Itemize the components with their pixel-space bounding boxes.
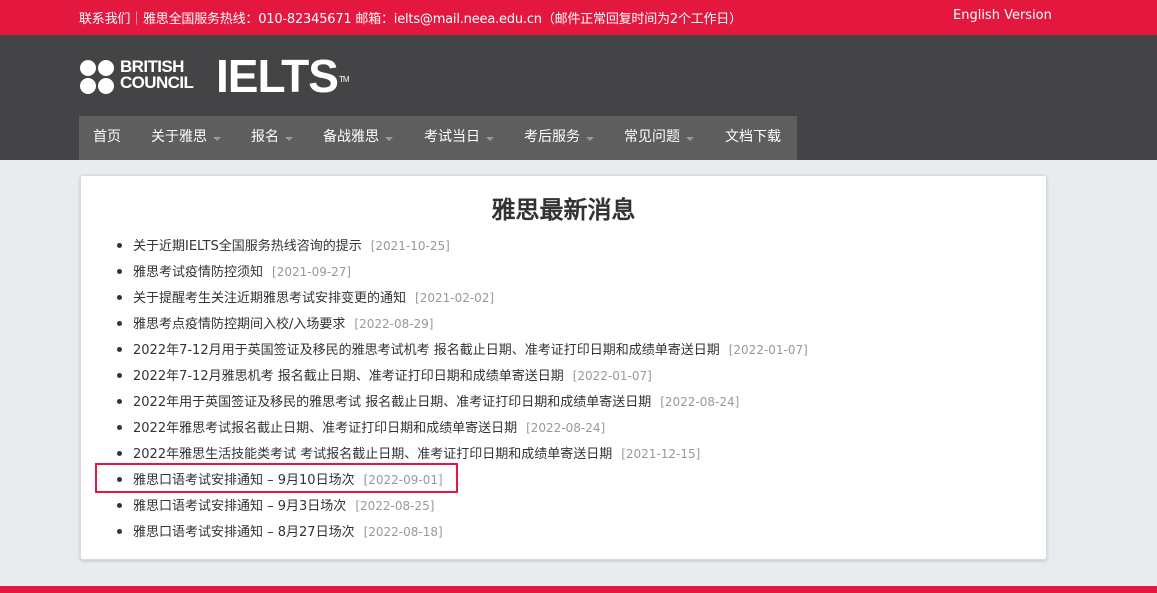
bullet-icon [117,425,122,430]
nav-registration[interactable]: 报名 [251,116,293,160]
news-item: 雅思口语考试安排通知 – 8月27日场次 [2022-08-18] [117,522,443,542]
news-panel: 雅思最新消息 关于近期IELTS全国服务热线咨询的提示 [2021-10-25] … [80,175,1047,560]
contact-info: 联系我们｜雅思全国服务热线：010-82345671 邮箱：ielts@mail… [79,12,742,27]
nav-faq[interactable]: 常见问题 [624,116,694,160]
news-link[interactable]: 2022年7-12月雅思机考 报名截止日期、准考证打印日期和成绩单寄送日期 [133,369,564,384]
highlight-box [95,463,458,493]
nav-test-day[interactable]: 考试当日 [424,116,494,160]
nav-label: 考试当日 [424,129,480,145]
chevron-down-icon [213,137,221,141]
bullet-icon [117,503,122,508]
nav-label: 文档下载 [725,129,781,145]
news-date: [2022-08-18] [363,525,443,539]
chevron-down-icon [486,137,494,141]
news-date: [2022-08-25] [355,499,435,513]
news-item: 2022年雅思生活技能类考试 考试报名截止日期、准考证打印日期和成绩单寄送日期 [… [117,444,700,464]
trademark-symbol: TM [338,75,350,84]
news-item: 关于近期IELTS全国服务热线咨询的提示 [2021-10-25] [117,236,450,256]
news-link[interactable]: 雅思考试疫情防控须知 [133,265,263,280]
nav-label: 考后服务 [524,129,580,145]
main-navigation: 首页 关于雅思 报名 备战雅思 考试当日 考后服务 常见问题 文档下载 [79,116,797,160]
british-council-dots-icon [80,60,116,94]
news-item: 雅思考点疫情防控期间入校/入场要求 [2022-08-29] [117,314,434,334]
nav-after-test[interactable]: 考后服务 [524,116,594,160]
news-date: [2021-10-25] [370,239,450,253]
british-council-wordmark: BRITISH COUNCIL [120,58,194,92]
news-link[interactable]: 2022年雅思考试报名截止日期、准考证打印日期和成绩单寄送日期 [133,421,517,436]
bullet-icon [117,451,122,456]
british-council-line2: COUNCIL [120,73,194,92]
chevron-down-icon [385,137,393,141]
news-title: 雅思最新消息 [491,196,636,224]
news-date: [2022-08-24] [660,395,740,409]
news-item: 2022年7-12月用于英国签证及移民的雅思考试机考 报名截止日期、准考证打印日… [117,340,808,360]
nav-label: 关于雅思 [151,129,207,145]
footer-red-band [0,586,1157,593]
ielts-logo[interactable]: IELTSTM [216,53,349,99]
news-date: [2022-01-07] [728,343,808,357]
bullet-icon [117,347,122,352]
ielts-wordmark: IELTS [216,50,339,102]
news-link[interactable]: 雅思考点疫情防控期间入校/入场要求 [133,317,345,332]
bullet-icon [117,321,122,326]
nav-label: 常见问题 [624,129,680,145]
news-date: [2022-01-07] [572,369,652,383]
news-link[interactable]: 关于近期IELTS全国服务热线咨询的提示 [133,239,362,254]
news-date: [2021-02-02] [415,291,495,305]
news-item: 2022年用于英国签证及移民的雅思考试 报名截止日期、准考证打印日期和成绩单寄送… [117,392,739,412]
bullet-icon [117,373,122,378]
nav-label: 备战雅思 [323,129,379,145]
news-link[interactable]: 2022年雅思生活技能类考试 考试报名截止日期、准考证打印日期和成绩单寄送日期 [133,447,612,462]
news-link[interactable]: 2022年用于英国签证及移民的雅思考试 报名截止日期、准考证打印日期和成绩单寄送… [133,395,651,410]
news-date: [2021-09-27] [272,265,352,279]
chevron-down-icon [586,137,594,141]
english-version-link[interactable]: English Version [953,8,1052,23]
news-item: 2022年雅思考试报名截止日期、准考证打印日期和成绩单寄送日期 [2022-08-… [117,418,605,438]
news-item: 关于提醒考生关注近期雅思考试安排变更的通知 [2021-02-02] [117,288,494,308]
bullet-icon [117,295,122,300]
news-link[interactable]: 雅思口语考试安排通知 – 9月3日场次 [133,499,346,514]
nav-about-ielts[interactable]: 关于雅思 [151,116,221,160]
nav-label: 首页 [93,129,121,145]
chevron-down-icon [686,137,694,141]
nav-label: 报名 [251,129,279,145]
chevron-down-icon [285,137,293,141]
bullet-icon [117,243,122,248]
news-item: 雅思考试疫情防控须知 [2021-09-27] [117,262,351,282]
news-link[interactable]: 2022年7-12月用于英国签证及移民的雅思考试机考 报名截止日期、准考证打印日… [133,343,720,358]
news-date: [2022-08-29] [354,317,434,331]
news-item: 雅思口语考试安排通知 – 9月3日场次 [2022-08-25] [117,496,434,516]
bullet-icon [117,529,122,534]
british-council-logo[interactable]: BRITISH COUNCIL [80,58,202,96]
bullet-icon [117,399,122,404]
news-link[interactable]: 关于提醒考生关注近期雅思考试安排变更的通知 [133,291,406,306]
nav-home[interactable]: 首页 [93,116,121,160]
news-item: 2022年7-12月雅思机考 报名截止日期、准考证打印日期和成绩单寄送日期 [20… [117,366,652,386]
news-date: [2022-08-24] [526,421,606,435]
news-link[interactable]: 雅思口语考试安排通知 – 8月27日场次 [133,525,355,540]
nav-preparation[interactable]: 备战雅思 [323,116,393,160]
news-date: [2021-12-15] [621,447,701,461]
bullet-icon [117,269,122,274]
nav-downloads[interactable]: 文档下载 [725,116,781,160]
top-contact-bar: 联系我们｜雅思全国服务热线：010-82345671 邮箱：ielts@mail… [0,0,1157,35]
